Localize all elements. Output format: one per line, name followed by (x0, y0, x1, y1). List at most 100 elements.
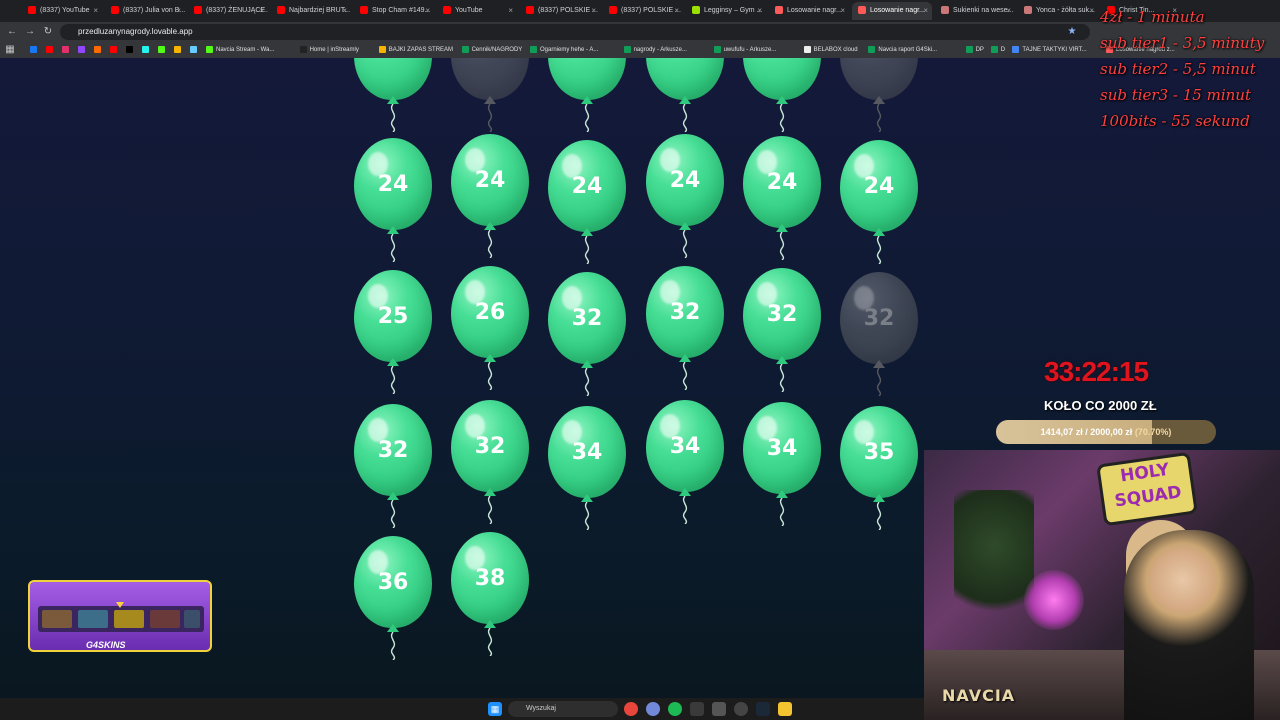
bookmark-item[interactable]: uwufufu - Arkusze... (713, 44, 776, 56)
bookmark-item[interactable]: BAJKI ZAPAS STREAM (378, 44, 453, 56)
prize-balloon[interactable]: 34 (743, 402, 821, 527)
bookmark-favicon-icon (110, 45, 117, 53)
tab-close-icon[interactable]: × (1006, 2, 1011, 20)
bookmark-favicon-icon (713, 45, 721, 53)
discord-icon[interactable] (646, 702, 660, 716)
taskbar-search[interactable]: Wyszukaj (508, 701, 618, 717)
prize-balloon[interactable]: 34 (548, 406, 626, 531)
prize-balloon[interactable]: 24 (354, 138, 432, 263)
bookmark-item[interactable]: Home | inStreamly (299, 44, 359, 56)
browser-tab[interactable]: Losowanie nagr... × (769, 2, 849, 20)
bookmark-item[interactable]: D (990, 44, 1005, 56)
app-icon[interactable] (690, 702, 704, 716)
forward-icon[interactable]: → (24, 26, 36, 38)
bookmark-item[interactable] (78, 44, 88, 56)
bookmark-favicon-icon (803, 45, 811, 53)
bookmark-item[interactable] (62, 44, 72, 56)
browser-tab[interactable]: YouTube × (437, 2, 517, 20)
tab-close-icon[interactable]: × (757, 2, 762, 20)
prize-balloon[interactable]: 24 (548, 140, 626, 265)
tab-favicon-icon (692, 6, 700, 15)
windows-start-icon[interactable]: ▦ (488, 702, 502, 716)
reload-icon[interactable]: ↻ (42, 26, 54, 38)
prize-balloon[interactable]: 32 (743, 268, 821, 393)
prize-balloon[interactable]: 24 (743, 136, 821, 261)
browser-tab[interactable]: Yonca - żółta suk... × (1018, 2, 1098, 20)
prize-balloon[interactable] (646, 58, 724, 133)
tab-close-icon[interactable]: × (1089, 2, 1094, 20)
browser-tab[interactable]: Najbardziej BRUT... × (271, 2, 351, 20)
tab-close-icon[interactable]: × (259, 2, 264, 20)
tab-close-icon[interactable]: × (425, 2, 430, 20)
bookmark-item[interactable]: nagrody - Arkusze... (623, 44, 687, 56)
prize-balloon[interactable]: 24 (840, 140, 918, 265)
bookmark-item[interactable]: Navcia Stream - Wa... (206, 44, 274, 56)
tab-close-icon[interactable]: × (342, 2, 347, 20)
prize-balloon[interactable]: 32 (646, 266, 724, 391)
prize-balloon[interactable] (354, 58, 432, 133)
bookmark-item[interactable]: Navcia raport G4Ski... (868, 44, 937, 56)
prize-balloon[interactable] (743, 58, 821, 133)
browser-tab[interactable]: (8337) POLSKIE ... × (603, 2, 683, 20)
bookmark-favicon-icon (142, 45, 149, 53)
balloon-string (582, 367, 592, 397)
prize-balloon[interactable] (548, 58, 626, 133)
bookmark-item[interactable] (30, 44, 40, 56)
browser-tab[interactable]: Losowanie nagr... × (852, 2, 932, 20)
tab-close-icon[interactable]: × (93, 2, 98, 20)
obs-icon[interactable] (712, 702, 726, 716)
browser-tab[interactable]: (8337) ŻENUJĄCE... × (188, 2, 268, 20)
prize-balloon[interactable]: 25 (354, 270, 432, 395)
bookmark-item[interactable]: Cennik/NAGRODY (461, 44, 522, 56)
tab-close-icon[interactable]: × (508, 2, 513, 20)
tab-close-icon[interactable]: × (591, 2, 596, 20)
spotify-icon[interactable] (668, 702, 682, 716)
bookmark-item[interactable] (94, 44, 104, 56)
tab-close-icon[interactable]: × (923, 2, 928, 20)
balloon-knot (484, 222, 496, 230)
prize-balloon[interactable]: 32 (354, 404, 432, 529)
bookmark-item[interactable]: BELABOX cloud (803, 44, 858, 56)
browser-tab[interactable]: (8337) POLSKIE ... × (520, 2, 600, 20)
prize-balloon[interactable]: 24 (451, 134, 529, 259)
bookmark-item[interactable] (126, 44, 136, 56)
bookmark-item[interactable]: TAJNE TAKTYKI VIRT... (1012, 44, 1087, 56)
apps-grid-icon[interactable]: ▦ (4, 44, 16, 56)
tab-close-icon[interactable]: × (176, 2, 181, 20)
bookmark-item[interactable] (142, 44, 152, 56)
bookmark-item[interactable] (110, 44, 120, 56)
bookmark-item[interactable] (158, 44, 168, 56)
prize-balloon[interactable]: 26 (451, 266, 529, 391)
prize-balloon[interactable]: 35 (840, 406, 918, 531)
file-explorer-icon[interactable] (778, 702, 792, 716)
prize-balloon[interactable]: 38 (451, 532, 529, 657)
tab-close-icon[interactable]: × (840, 2, 845, 20)
browser-tab[interactable]: (8337) YouTube × (22, 2, 102, 20)
windows-taskbar: ▦ Wyszukaj (0, 698, 924, 720)
bookmark-item[interactable] (174, 44, 184, 56)
browser-tab[interactable]: Stop Cham #149... × (354, 2, 434, 20)
recorder-icon[interactable] (734, 702, 748, 716)
browser-tab[interactable]: (8337) Julia von B... × (105, 2, 185, 20)
tab-close-icon[interactable]: × (674, 2, 679, 20)
bookmark-item[interactable]: DP (965, 44, 984, 56)
bookmark-item[interactable] (46, 44, 56, 56)
bookmark-item[interactable] (190, 44, 200, 56)
prize-balloon[interactable]: 36 (354, 536, 432, 661)
url-field[interactable]: przedluzanynagrody.lovable.app (60, 24, 1090, 40)
bookmark-star-icon[interactable]: ★ (1066, 26, 1078, 38)
browser-tab[interactable]: Sukienki na wese... × (935, 2, 1015, 20)
subathon-timer: 33:22:15 (1044, 356, 1149, 387)
prize-balloon[interactable]: 34 (646, 400, 724, 525)
browser-tab[interactable]: Legginsy – Gym ... × (686, 2, 766, 20)
prize-balloon[interactable]: 32 (548, 272, 626, 397)
chrome-icon[interactable] (624, 702, 638, 716)
back-icon[interactable]: ← (6, 26, 18, 38)
balloon-value: 24 (377, 171, 409, 197)
bookmark-item[interactable]: Ogarniemy hehe - A... (530, 44, 598, 56)
prize-balloon[interactable]: 32 (451, 400, 529, 525)
steam-icon[interactable] (756, 702, 770, 716)
bookmark-favicon-icon (126, 45, 133, 53)
g4skins-brand: G4SKINS (86, 640, 126, 650)
prize-balloon[interactable]: 24 (646, 134, 724, 259)
